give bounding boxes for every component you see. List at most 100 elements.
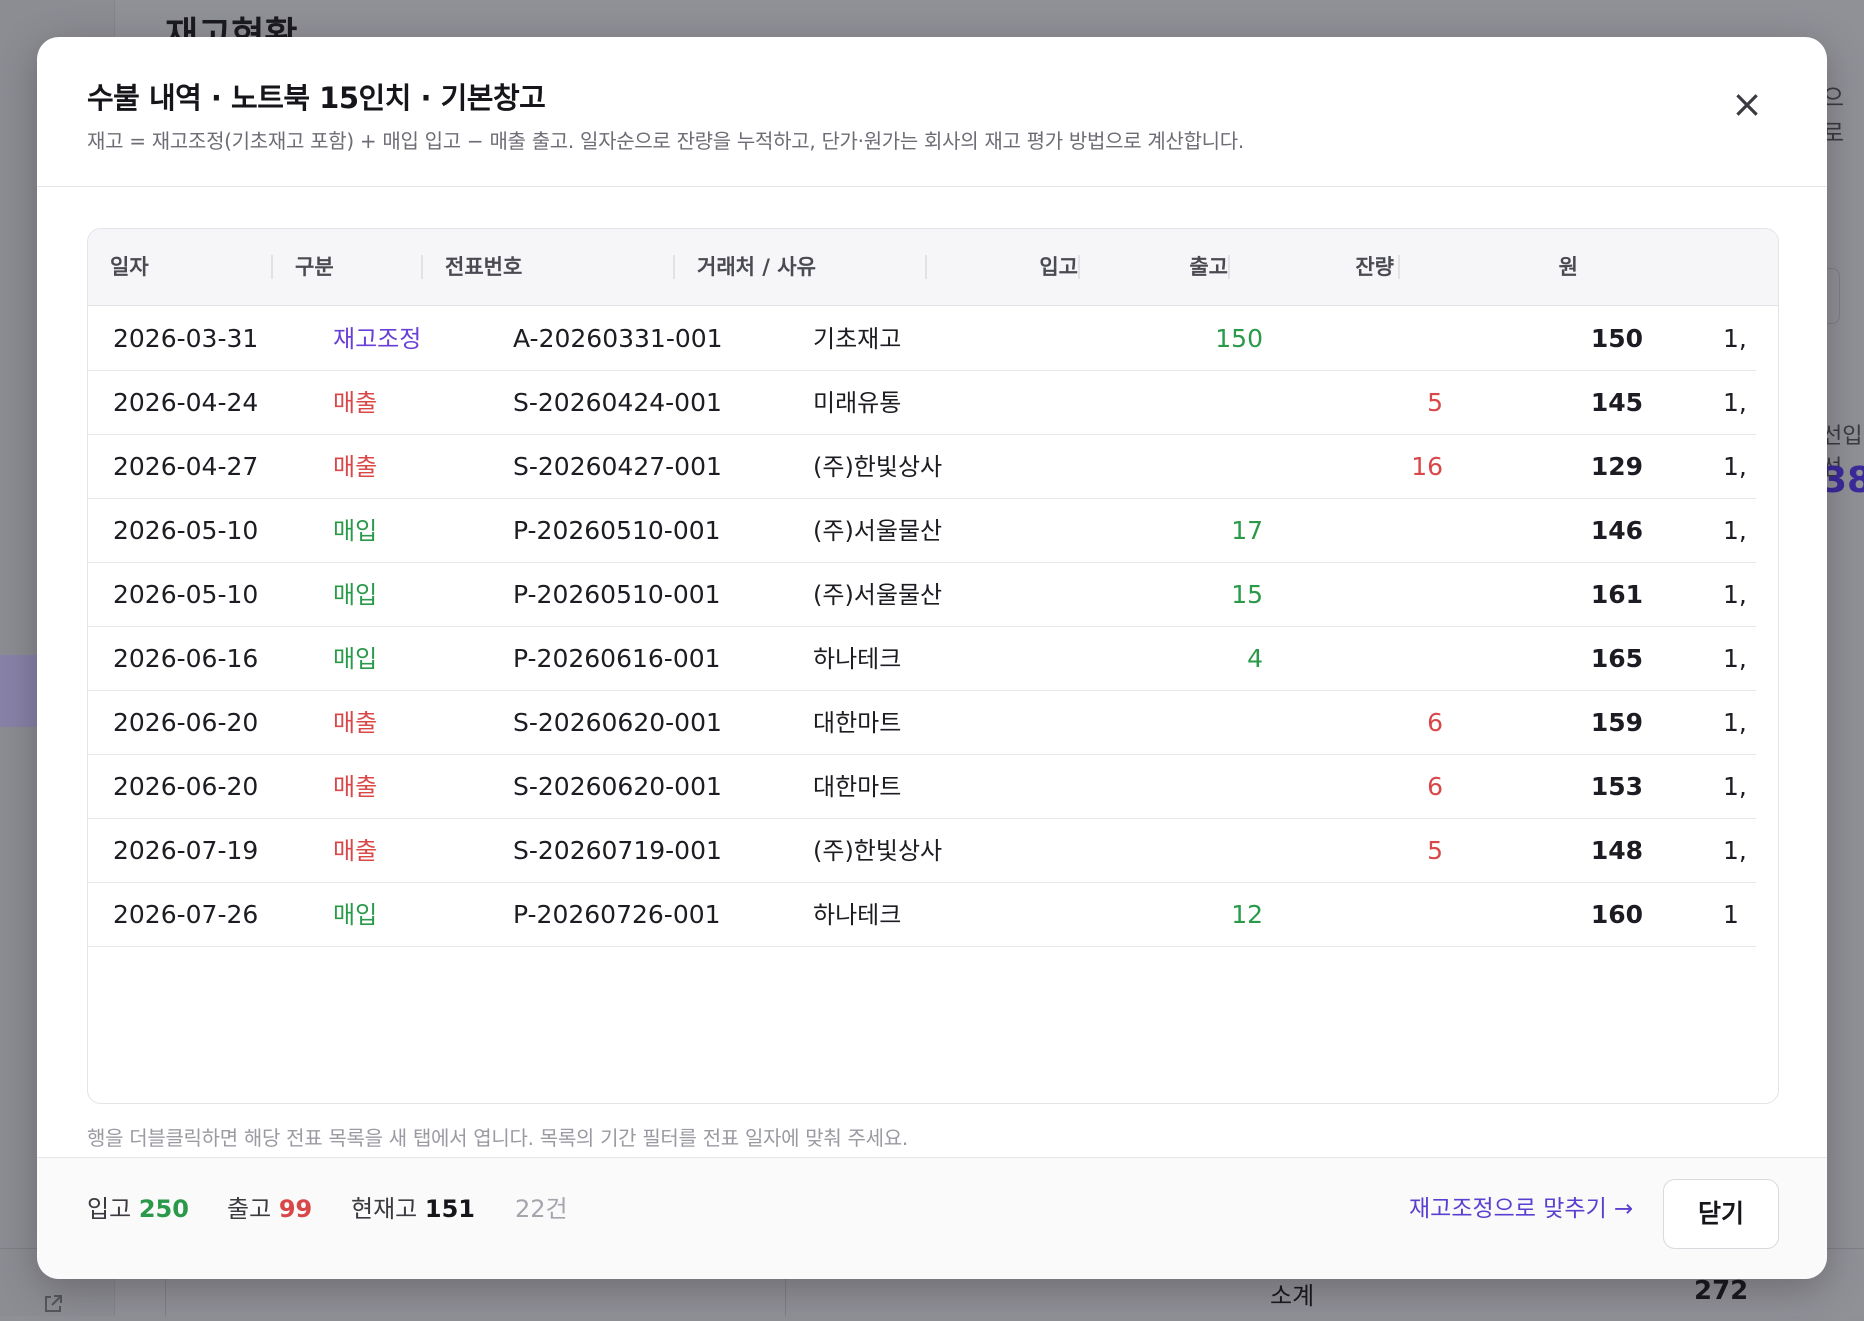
cell-in: 17 (1088, 499, 1263, 563)
cell-balance: 150 (1468, 307, 1643, 371)
table-row[interactable]: 2026-06-20매출S-20260620-001대한마트61531, (88, 755, 1756, 819)
current-stock-value: 151 (425, 1195, 475, 1223)
cell-in (1088, 691, 1263, 755)
cell-date: 2026-07-19 (113, 819, 258, 883)
cell-balance: 165 (1468, 627, 1643, 691)
cell-balance: 146 (1468, 499, 1643, 563)
cell-type: 매출 (333, 691, 377, 755)
column-divider[interactable] (925, 255, 927, 279)
close-icon[interactable]: × (1727, 85, 1767, 125)
column-header-doc-no[interactable]: 전표번호 (445, 229, 522, 306)
cell-doc-no: S-20260719-001 (513, 819, 722, 883)
cell-balance: 129 (1468, 435, 1643, 499)
in-total-value: 250 (139, 1195, 189, 1223)
stock-ledger-modal: 수불 내역 · 노트북 15인치 · 기본창고 재고 = 재고조정(기초재고 포… (37, 37, 1827, 1279)
table-row[interactable]: 2026-07-26매입P-20260726-001하나테크121601 (88, 883, 1756, 947)
cell-type: 매입 (333, 563, 377, 627)
current-stock-label: 현재고 (351, 1195, 417, 1223)
cell-date: 2026-06-20 (113, 691, 258, 755)
modal-title: 수불 내역 · 노트북 15인치 · 기본창고 (87, 75, 545, 117)
cell-in: 15 (1088, 563, 1263, 627)
table-row[interactable]: 2026-04-24매출S-20260424-001미래유통51451, (88, 371, 1756, 435)
cell-in (1088, 819, 1263, 883)
cell-doc-no: P-20260510-001 (513, 563, 721, 627)
cell-doc-no: P-20260616-001 (513, 627, 721, 691)
cell-balance: 160 (1468, 883, 1643, 947)
cell-in: 12 (1088, 883, 1263, 947)
column-divider[interactable] (673, 255, 675, 279)
cell-type: 매입 (333, 499, 377, 563)
cell-out (1268, 307, 1443, 371)
column-header-type[interactable]: 구분 (295, 229, 334, 306)
cell-out: 16 (1268, 435, 1443, 499)
in-total-label: 입고 (87, 1195, 131, 1223)
table-row[interactable]: 2026-03-31재고조정A-20260331-001기초재고1501501, (88, 307, 1756, 371)
cell-type: 재고조정 (333, 307, 421, 371)
table-row[interactable]: 2026-04-27매출S-20260427-001(주)한빛상사161291, (88, 435, 1756, 499)
table-row[interactable]: 2026-05-10매입P-20260510-001(주)서울물산151611, (88, 563, 1756, 627)
cell-balance: 153 (1468, 755, 1643, 819)
ledger-table: 일자 구분 전표번호 거래처 / 사유 입고 출고 잔량 원 2026-03-3… (87, 228, 1779, 1104)
cell-party: 하나테크 (813, 627, 901, 691)
out-total-value: 99 (279, 1195, 312, 1223)
cell-type: 매입 (333, 627, 377, 691)
cell-out: 6 (1268, 755, 1443, 819)
column-header-cost[interactable]: 원 (1488, 229, 1578, 306)
column-header-balance[interactable]: 잔량 (1304, 229, 1394, 306)
column-header-party[interactable]: 거래처 / 사유 (697, 229, 816, 306)
cell-out (1268, 563, 1443, 627)
column-divider[interactable] (1398, 255, 1400, 279)
subtotal-label: 소계 (1270, 1276, 1314, 1311)
cell-doc-no: A-20260331-001 (513, 307, 723, 371)
cell-balance: 148 (1468, 819, 1643, 883)
modal-header: 수불 내역 · 노트북 15인치 · 기본창고 재고 = 재고조정(기초재고 포… (37, 37, 1827, 187)
current-stock: 현재고 151 (351, 1158, 475, 1260)
adjust-stock-link[interactable]: 재고조정으로 맞추기 → (1409, 1158, 1633, 1260)
table-header: 일자 구분 전표번호 거래처 / 사유 입고 출고 잔량 원 (88, 229, 1778, 306)
cell-out: 5 (1268, 819, 1443, 883)
cell-in: 150 (1088, 307, 1263, 371)
cell-type: 매출 (333, 819, 377, 883)
cell-date: 2026-05-10 (113, 499, 258, 563)
record-count: 22건 (515, 1158, 568, 1260)
cell-out: 5 (1268, 371, 1443, 435)
column-header-out[interactable]: 출고 (1138, 229, 1228, 306)
cell-doc-no: P-20260726-001 (513, 883, 721, 947)
background-number: 38, (1822, 460, 1864, 501)
cell-date: 2026-07-26 (113, 883, 258, 947)
cell-date: 2026-04-24 (113, 371, 258, 435)
cell-out (1268, 883, 1443, 947)
scrollbar[interactable] (1756, 307, 1778, 1104)
cell-in (1088, 435, 1263, 499)
cell-date: 2026-04-27 (113, 435, 258, 499)
column-header-date[interactable]: 일자 (110, 229, 149, 306)
table-row[interactable]: 2026-06-16매입P-20260616-001하나테크41651, (88, 627, 1756, 691)
cell-type: 매출 (333, 435, 377, 499)
cell-type: 매출 (333, 371, 377, 435)
cell-out: 6 (1268, 691, 1443, 755)
table-row[interactable]: 2026-05-10매입P-20260510-001(주)서울물산171461, (88, 499, 1756, 563)
cell-party: 하나테크 (813, 883, 901, 947)
cell-party: (주)한빛상사 (813, 819, 942, 883)
column-divider[interactable] (271, 255, 273, 279)
column-header-in[interactable]: 입고 (988, 229, 1078, 306)
cell-party: 대한마트 (813, 691, 901, 755)
table-row[interactable]: 2026-07-19매출S-20260719-001(주)한빛상사51481, (88, 819, 1756, 883)
table-row[interactable]: 2026-06-20매출S-20260620-001대한마트61591, (88, 691, 1756, 755)
cell-doc-no: S-20260620-001 (513, 691, 722, 755)
in-total: 입고 250 (87, 1158, 189, 1260)
close-button[interactable]: 닫기 (1663, 1179, 1779, 1249)
cell-balance: 159 (1468, 691, 1643, 755)
external-link-icon (42, 1293, 64, 1321)
cell-doc-no: S-20260620-001 (513, 755, 722, 819)
cell-date: 2026-06-16 (113, 627, 258, 691)
cell-date: 2026-03-31 (113, 307, 258, 371)
column-divider[interactable] (421, 255, 423, 279)
cell-party: 대한마트 (813, 755, 901, 819)
cell-date: 2026-05-10 (113, 563, 258, 627)
column-divider[interactable] (1228, 255, 1230, 279)
out-total-label: 출고 (227, 1195, 271, 1223)
column-divider[interactable] (1078, 255, 1080, 279)
modal-footer: 입고 250 출고 99 현재고 151 22건 재고조정으로 맞추기 → 닫기 (37, 1157, 1827, 1279)
cell-party: (주)서울물산 (813, 499, 942, 563)
